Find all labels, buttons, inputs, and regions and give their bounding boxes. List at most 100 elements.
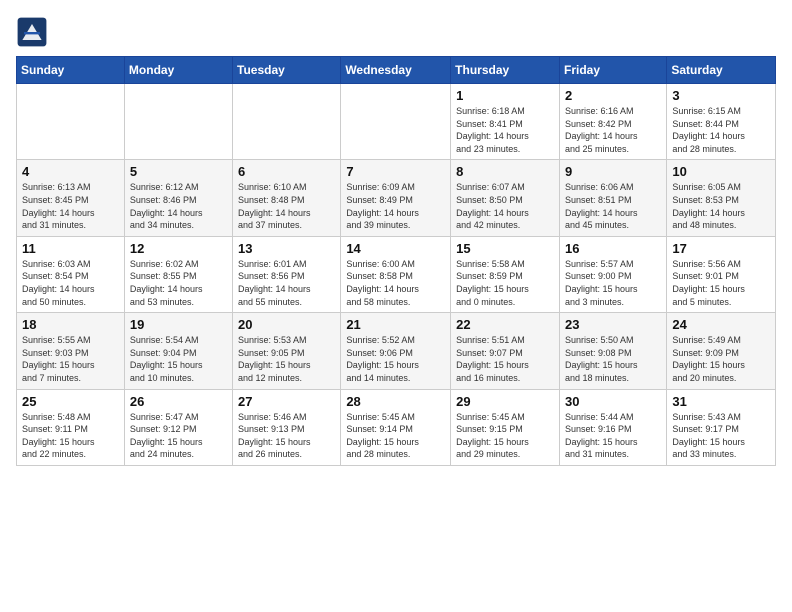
calendar-cell: 14Sunrise: 6:00 AM Sunset: 8:58 PM Dayli… [341,236,451,312]
day-info: Sunrise: 5:52 AM Sunset: 9:06 PM Dayligh… [346,334,445,384]
day-info: Sunrise: 5:48 AM Sunset: 9:11 PM Dayligh… [22,411,119,461]
calendar-cell [233,84,341,160]
day-info: Sunrise: 6:05 AM Sunset: 8:53 PM Dayligh… [672,181,770,231]
day-number: 7 [346,164,445,179]
day-info: Sunrise: 6:10 AM Sunset: 8:48 PM Dayligh… [238,181,335,231]
day-info: Sunrise: 5:51 AM Sunset: 9:07 PM Dayligh… [456,334,554,384]
day-header-sunday: Sunday [17,57,125,84]
calendar-table: SundayMondayTuesdayWednesdayThursdayFrid… [16,56,776,466]
calendar-cell: 13 Sunrise: 6:01 AM Sunset: 8:56 PM Dayli… [233,236,341,312]
calendar-cell: 21Sunrise: 5:52 AM Sunset: 9:06 PM Dayli… [341,313,451,389]
day-number: 8 [456,164,554,179]
calendar-cell: 30Sunrise: 5:44 AM Sunset: 9:16 PM Dayli… [559,389,666,465]
calendar-cell: 25 Sunrise: 5:48 AM Sunset: 9:11 PM Dayli… [17,389,125,465]
week-row-3: 11Sunrise: 6:03 AM Sunset: 8:54 PM Dayli… [17,236,776,312]
day-number: 29 [456,394,554,409]
day-info: Sunrise: 6:09 AM Sunset: 8:49 PM Dayligh… [346,181,445,231]
calendar-cell: 29 Sunrise: 5:45 AM Sunset: 9:15 PM Dayli… [451,389,560,465]
day-info: Sunrise: 6:13 AM Sunset: 8:45 PM Dayligh… [22,181,119,231]
day-number: 2 [565,88,661,103]
day-number: 23 [565,317,661,332]
day-info: Sunrise: 6:03 AM Sunset: 8:54 PM Dayligh… [22,258,119,308]
day-info: Sunrise: 6:15 AM Sunset: 8:44 PM Dayligh… [672,105,770,155]
day-info: Sunrise: 5:53 AM Sunset: 9:05 PM Dayligh… [238,334,335,384]
calendar-cell: 19 Sunrise: 5:54 AM Sunset: 9:04 PM Dayli… [124,313,232,389]
day-number: 26 [130,394,227,409]
calendar-cell: 16 Sunrise: 5:57 AM Sunset: 9:00 PM Dayli… [559,236,666,312]
day-number: 13 [238,241,335,256]
day-number: 10 [672,164,770,179]
calendar-cell: 28 Sunrise: 5:45 AM Sunset: 9:14 PM Dayli… [341,389,451,465]
day-info: Sunrise: 5:46 AM Sunset: 9:13 PM Dayligh… [238,411,335,461]
day-number: 14 [346,241,445,256]
day-header-tuesday: Tuesday [233,57,341,84]
calendar-cell [341,84,451,160]
day-info: Sunrise: 6:18 AM Sunset: 8:41 PM Dayligh… [456,105,554,155]
calendar-cell: 20 Sunrise: 5:53 AM Sunset: 9:05 PM Dayli… [233,313,341,389]
calendar-cell: 31Sunrise: 5:43 AM Sunset: 9:17 PM Dayli… [667,389,776,465]
day-info: Sunrise: 5:57 AM Sunset: 9:00 PM Dayligh… [565,258,661,308]
calendar-cell: 17 Sunrise: 5:56 AM Sunset: 9:01 PM Dayli… [667,236,776,312]
calendar-cell: 22Sunrise: 5:51 AM Sunset: 9:07 PM Dayli… [451,313,560,389]
day-number: 19 [130,317,227,332]
calendar-cell: 24Sunrise: 5:49 AM Sunset: 9:09 PM Dayli… [667,313,776,389]
day-number: 18 [22,317,119,332]
day-info: Sunrise: 6:07 AM Sunset: 8:50 PM Dayligh… [456,181,554,231]
day-info: Sunrise: 5:45 AM Sunset: 9:14 PM Dayligh… [346,411,445,461]
calendar-cell: 15 Sunrise: 5:58 AM Sunset: 8:59 PM Dayli… [451,236,560,312]
week-row-1: 1 Sunrise: 6:18 AM Sunset: 8:41 PM Daylig… [17,84,776,160]
calendar-cell: 3Sunrise: 6:15 AM Sunset: 8:44 PM Daylig… [667,84,776,160]
calendar-cell: 5 Sunrise: 6:12 AM Sunset: 8:46 PM Daylig… [124,160,232,236]
day-number: 28 [346,394,445,409]
day-header-saturday: Saturday [667,57,776,84]
day-number: 25 [22,394,119,409]
day-header-thursday: Thursday [451,57,560,84]
calendar-cell: 27 Sunrise: 5:46 AM Sunset: 9:13 PM Dayli… [233,389,341,465]
day-number: 5 [130,164,227,179]
day-number: 31 [672,394,770,409]
day-info: Sunrise: 5:58 AM Sunset: 8:59 PM Dayligh… [456,258,554,308]
day-info: Sunrise: 6:06 AM Sunset: 8:51 PM Dayligh… [565,181,661,231]
week-row-5: 25 Sunrise: 5:48 AM Sunset: 9:11 PM Dayli… [17,389,776,465]
day-number: 1 [456,88,554,103]
day-number: 17 [672,241,770,256]
day-info: Sunrise: 6:12 AM Sunset: 8:46 PM Dayligh… [130,181,227,231]
calendar-cell: 10 Sunrise: 6:05 AM Sunset: 8:53 PM Dayli… [667,160,776,236]
day-info: Sunrise: 6:01 AM Sunset: 8:56 PM Dayligh… [238,258,335,308]
day-info: Sunrise: 5:49 AM Sunset: 9:09 PM Dayligh… [672,334,770,384]
day-number: 16 [565,241,661,256]
calendar-cell: 6Sunrise: 6:10 AM Sunset: 8:48 PM Daylig… [233,160,341,236]
day-header-wednesday: Wednesday [341,57,451,84]
day-info: Sunrise: 5:55 AM Sunset: 9:03 PM Dayligh… [22,334,119,384]
day-info: Sunrise: 5:50 AM Sunset: 9:08 PM Dayligh… [565,334,661,384]
day-info: Sunrise: 5:56 AM Sunset: 9:01 PM Dayligh… [672,258,770,308]
calendar-cell: 11Sunrise: 6:03 AM Sunset: 8:54 PM Dayli… [17,236,125,312]
day-header-friday: Friday [559,57,666,84]
logo [16,16,52,48]
day-info: Sunrise: 5:54 AM Sunset: 9:04 PM Dayligh… [130,334,227,384]
calendar-cell: 2 Sunrise: 6:16 AM Sunset: 8:42 PM Daylig… [559,84,666,160]
day-number: 30 [565,394,661,409]
calendar-cell [124,84,232,160]
day-info: Sunrise: 5:47 AM Sunset: 9:12 PM Dayligh… [130,411,227,461]
day-number: 15 [456,241,554,256]
days-header-row: SundayMondayTuesdayWednesdayThursdayFrid… [17,57,776,84]
calendar-cell [17,84,125,160]
calendar-cell: 12Sunrise: 6:02 AM Sunset: 8:55 PM Dayli… [124,236,232,312]
calendar-cell: 26 Sunrise: 5:47 AM Sunset: 9:12 PM Dayli… [124,389,232,465]
calendar-cell: 18 Sunrise: 5:55 AM Sunset: 9:03 PM Dayli… [17,313,125,389]
calendar-cell: 9Sunrise: 6:06 AM Sunset: 8:51 PM Daylig… [559,160,666,236]
logo-icon [16,16,48,48]
page-header [16,16,776,48]
week-row-2: 4 Sunrise: 6:13 AM Sunset: 8:45 PM Daylig… [17,160,776,236]
calendar-cell: 23 Sunrise: 5:50 AM Sunset: 9:08 PM Dayli… [559,313,666,389]
day-info: Sunrise: 5:45 AM Sunset: 9:15 PM Dayligh… [456,411,554,461]
calendar-cell: 4 Sunrise: 6:13 AM Sunset: 8:45 PM Daylig… [17,160,125,236]
day-number: 27 [238,394,335,409]
day-number: 20 [238,317,335,332]
calendar-cell: 7 Sunrise: 6:09 AM Sunset: 8:49 PM Daylig… [341,160,451,236]
calendar-cell: 8 Sunrise: 6:07 AM Sunset: 8:50 PM Daylig… [451,160,560,236]
week-row-4: 18 Sunrise: 5:55 AM Sunset: 9:03 PM Dayli… [17,313,776,389]
day-info: Sunrise: 6:16 AM Sunset: 8:42 PM Dayligh… [565,105,661,155]
day-number: 4 [22,164,119,179]
